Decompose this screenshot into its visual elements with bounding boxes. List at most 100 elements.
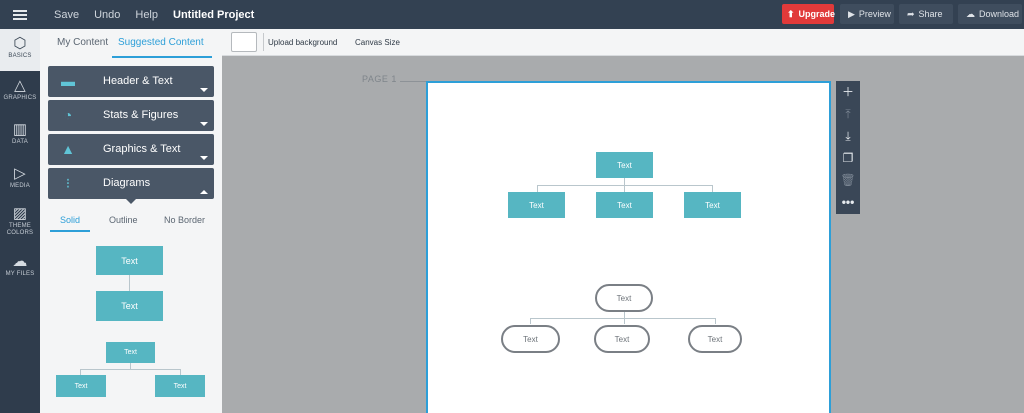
category-diagrams[interactable]: ⁝ Diagrams — [48, 168, 214, 204]
rail-label: THEME COLORS — [6, 223, 34, 236]
project-title[interactable]: Untitled Project — [173, 9, 254, 21]
style-tabs: Solid Outline No Border — [48, 212, 214, 232]
toolbar-divider — [263, 33, 264, 51]
active-tab-indicator — [112, 56, 212, 58]
active-style-indicator — [50, 230, 90, 232]
connector-line — [80, 369, 180, 370]
category-stats-figures[interactable]: ◔ Stats & Figures — [48, 100, 214, 131]
diagram-outline-box[interactable]: Text — [594, 325, 650, 353]
category-graphics-text[interactable]: ▲ Graphics & Text — [48, 134, 214, 165]
image-thumbnail-icon: ▲ — [61, 141, 75, 157]
connector-line — [624, 318, 625, 324]
chart-icon: ▥ — [12, 121, 28, 138]
media-icon: ▷ — [14, 165, 26, 182]
diagram-outline-box[interactable]: Text — [688, 325, 742, 353]
download-button[interactable]: ☁ Download — [958, 4, 1022, 24]
connector-line — [129, 275, 130, 291]
rail-label: GRAPHICS — [3, 95, 37, 101]
share-button[interactable]: ➦ Share — [899, 4, 953, 24]
diagram-thumbnail-icon: ⁝ — [65, 175, 71, 191]
category-label: Graphics & Text — [103, 143, 181, 155]
design-page[interactable]: Text Text Text Text Text Text Text Text — [426, 81, 831, 413]
tab-outline[interactable]: Outline — [109, 215, 138, 225]
play-icon: ▶ — [848, 8, 855, 19]
tab-solid[interactable]: Solid — [60, 215, 80, 225]
rail-label: BASICS — [8, 53, 32, 59]
stats-thumbnail-icon: ◔ — [63, 107, 73, 123]
move-page-down-icon[interactable]: ⤓ — [836, 125, 860, 147]
panel-tabs: My Content Suggested Content — [40, 29, 222, 59]
background-color-swatch[interactable] — [231, 32, 257, 52]
share-label: Share — [918, 9, 943, 19]
page-label: PAGE 1 — [362, 74, 397, 84]
add-page-icon[interactable]: ＋ — [836, 81, 860, 103]
share-arrow-icon: ➦ — [907, 8, 915, 19]
rail-item-basics[interactable]: ⬡ BASICS — [0, 29, 40, 71]
top-menu: Save Undo Help Untitled Project — [54, 0, 254, 29]
rail-item-theme-colors[interactable]: ▨ THEME COLORS — [0, 205, 40, 247]
top-bar: Save Undo Help Untitled Project ⬆ Upgrad… — [0, 0, 1024, 29]
upgrade-label: Upgrade — [798, 9, 836, 19]
diagram-box[interactable]: Text — [596, 192, 653, 218]
upload-arrow-icon: ⬆ — [787, 8, 795, 19]
more-options-icon[interactable]: ••• — [836, 191, 860, 213]
diagram-box[interactable]: Text — [596, 152, 653, 178]
tab-suggested-content[interactable]: Suggested Content — [118, 37, 204, 48]
hamburger-menu-icon[interactable] — [0, 0, 40, 29]
diagram-outline-box[interactable]: Text — [501, 325, 560, 353]
rail-item-my-files[interactable]: ☁ MY FILES — [0, 253, 40, 285]
undo-menu[interactable]: Undo — [94, 9, 120, 21]
move-page-up-icon[interactable]: ⤒ — [836, 103, 860, 125]
save-menu[interactable]: Save — [54, 9, 79, 21]
rail-item-graphics[interactable]: △ GRAPHICS — [0, 77, 40, 109]
diagram-outline-box[interactable]: Text — [595, 284, 653, 312]
pattern-icon: ▨ — [12, 205, 28, 222]
preview-label: Preview — [858, 9, 891, 19]
category-label: Diagrams — [103, 177, 151, 189]
connector-line — [712, 185, 713, 192]
upload-background-button[interactable]: Upload background — [268, 38, 337, 47]
connector-line — [624, 185, 625, 192]
tab-no-border[interactable]: No Border — [164, 215, 205, 225]
delete-page-icon[interactable]: 🗑 — [836, 169, 860, 191]
connector-line — [530, 318, 531, 324]
rail-item-media[interactable]: ▷ MEDIA — [0, 165, 40, 197]
preview-box: Text — [155, 375, 205, 397]
preview-box: Text — [56, 375, 106, 397]
connector-line — [624, 178, 625, 185]
preview-box: Text — [96, 246, 163, 275]
connector-line — [537, 185, 538, 192]
category-label: Header & Text — [103, 75, 173, 87]
chevron-down-icon — [200, 156, 208, 160]
download-label: Download — [979, 9, 1020, 19]
rail-item-data[interactable]: ▥ DATA — [0, 121, 40, 153]
canvas-toolbar: Upload background Canvas Size — [222, 29, 1024, 56]
help-menu[interactable]: Help — [135, 9, 158, 21]
rail-label: MEDIA — [9, 183, 30, 189]
content-panel: My Content Suggested Content ▬ Header & … — [40, 29, 222, 413]
left-rail: ⬡ BASICS △ GRAPHICS ▥ DATA ▷ MEDIA ▨ THE… — [0, 29, 40, 413]
category-label: Stats & Figures — [103, 109, 179, 121]
page-side-tools: ＋ ⤒ ⤓ ❐ 🗑 ••• — [836, 81, 860, 214]
cloud-download-icon: ☁ — [966, 8, 975, 19]
tab-my-content[interactable]: My Content — [57, 37, 108, 48]
diagram-box[interactable]: Text — [508, 192, 565, 218]
duplicate-page-icon[interactable]: ❐ — [836, 147, 860, 169]
page-label-line — [400, 81, 426, 82]
chevron-down-icon — [200, 88, 208, 92]
connector-line — [530, 318, 715, 319]
diagram-box[interactable]: Text — [684, 192, 741, 218]
cloud-upload-icon: ☁ — [12, 253, 28, 270]
category-header-text[interactable]: ▬ Header & Text — [48, 66, 214, 97]
preview-box: Text — [96, 291, 163, 321]
rail-label: DATA — [12, 139, 28, 145]
chevron-down-icon — [200, 122, 208, 126]
upgrade-button[interactable]: ⬆ Upgrade — [782, 4, 836, 24]
chevron-up-icon — [200, 190, 208, 194]
cube-icon: ⬡ — [13, 35, 27, 52]
preview-box: Text — [106, 342, 155, 363]
rail-label: MY FILES — [5, 271, 35, 277]
canvas-size-button[interactable]: Canvas Size — [355, 38, 400, 47]
shapes-icon: △ — [14, 77, 26, 94]
preview-button[interactable]: ▶ Preview — [840, 4, 894, 24]
